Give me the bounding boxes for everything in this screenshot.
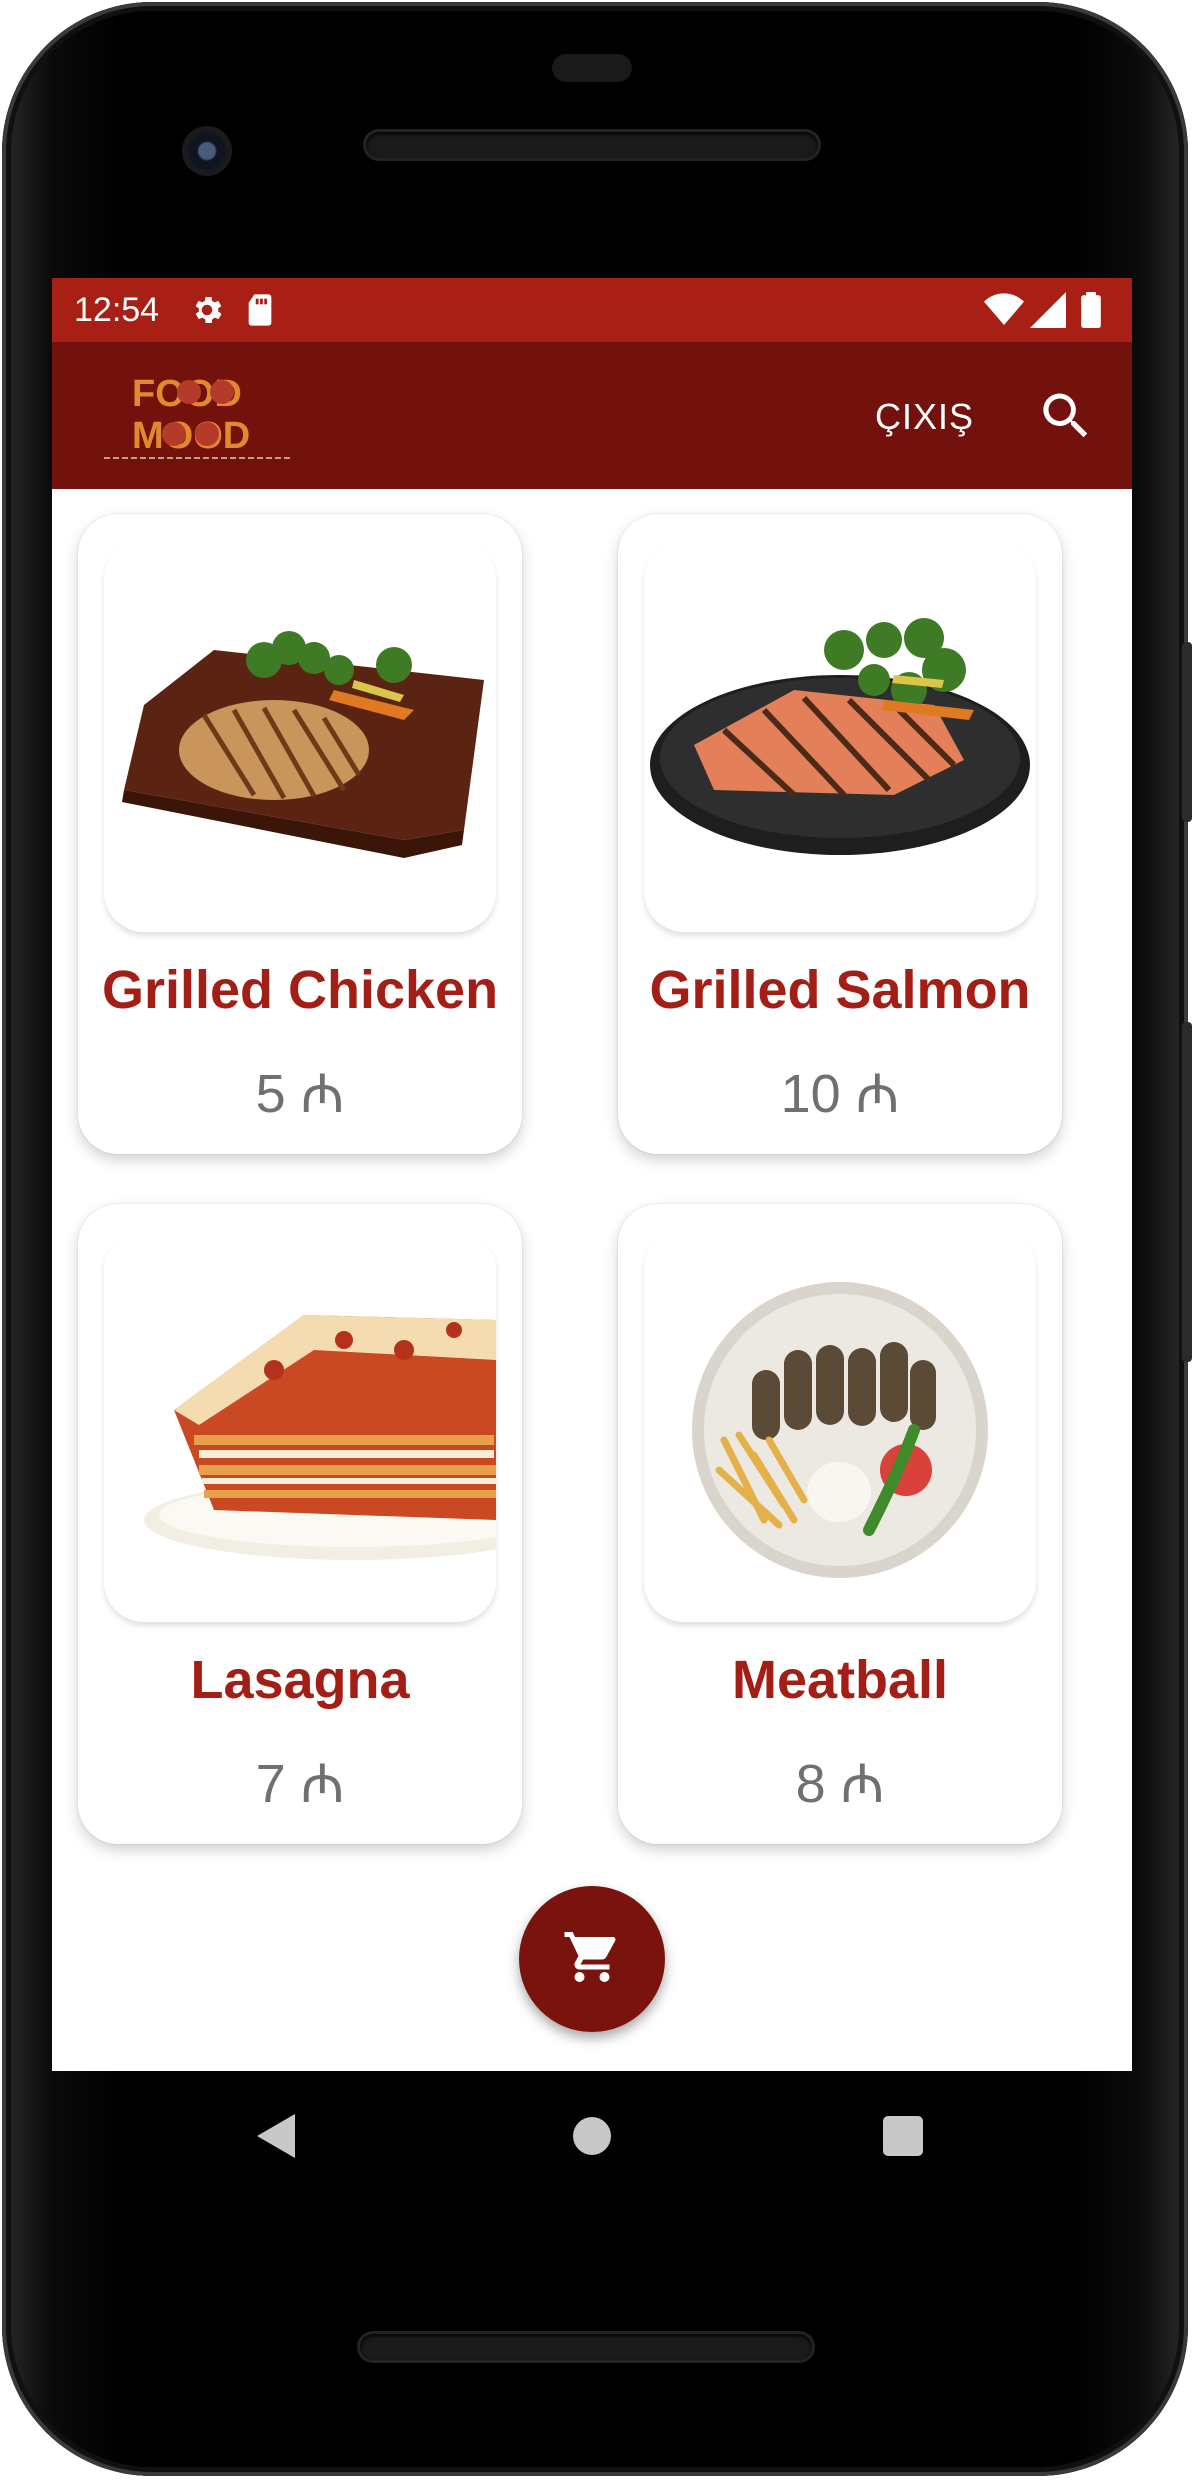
product-card[interactable]: Meatball 8 ₼	[618, 1204, 1062, 1844]
power-button	[1182, 642, 1192, 822]
bottom-speaker	[360, 2334, 812, 2360]
status-time: 12:54	[74, 290, 160, 329]
product-price: 10 ₼	[780, 1064, 900, 1124]
product-card[interactable]: Grilled Salmon 10 ₼	[618, 514, 1062, 1154]
search-icon[interactable]	[1036, 386, 1096, 446]
status-bar: 12:54	[52, 278, 1132, 342]
grilled-salmon-image	[644, 540, 1036, 932]
volume-button	[1182, 1022, 1192, 1362]
product-price: 8 ₼	[795, 1754, 885, 1814]
product-name: Grilled Salmon	[649, 960, 1031, 1020]
food-mood-logo: FOOD MOOD	[92, 364, 302, 464]
front-camera	[182, 126, 232, 176]
battery-icon	[1080, 292, 1102, 328]
grilled-chicken-image	[104, 540, 496, 932]
product-price: 7 ₼	[255, 1754, 345, 1814]
app-bar: FOOD MOOD ÇIXIŞ	[52, 342, 1132, 489]
product-name: Meatball	[731, 1650, 949, 1710]
earpiece-notch	[552, 54, 632, 82]
gear-icon	[189, 292, 225, 328]
meatball-image	[644, 1230, 1036, 1622]
home-icon[interactable]	[571, 2115, 613, 2162]
exit-button[interactable]: ÇIXIŞ	[875, 396, 974, 438]
cart-button[interactable]	[519, 1886, 665, 2032]
recents-icon[interactable]	[882, 2115, 924, 2162]
product-price: 5 ₼	[255, 1064, 345, 1124]
product-card[interactable]: Lasagna 7 ₼	[78, 1204, 522, 1844]
product-name: Lasagna	[190, 1650, 410, 1710]
svg-text:MOOD: MOOD	[132, 415, 250, 457]
product-name: Grilled Chicken	[101, 960, 499, 1020]
app-screen: 12:54 FOOD MOOD	[52, 278, 1132, 2071]
back-icon[interactable]	[255, 2112, 299, 2165]
cart-icon	[562, 1927, 622, 1992]
product-card[interactable]: Grilled Chicken 5 ₼	[78, 514, 522, 1154]
signal-icon	[1030, 292, 1066, 328]
wifi-icon	[984, 293, 1024, 327]
top-speaker	[366, 132, 818, 158]
lasagna-image	[104, 1230, 496, 1622]
sd-card-icon	[245, 293, 275, 327]
